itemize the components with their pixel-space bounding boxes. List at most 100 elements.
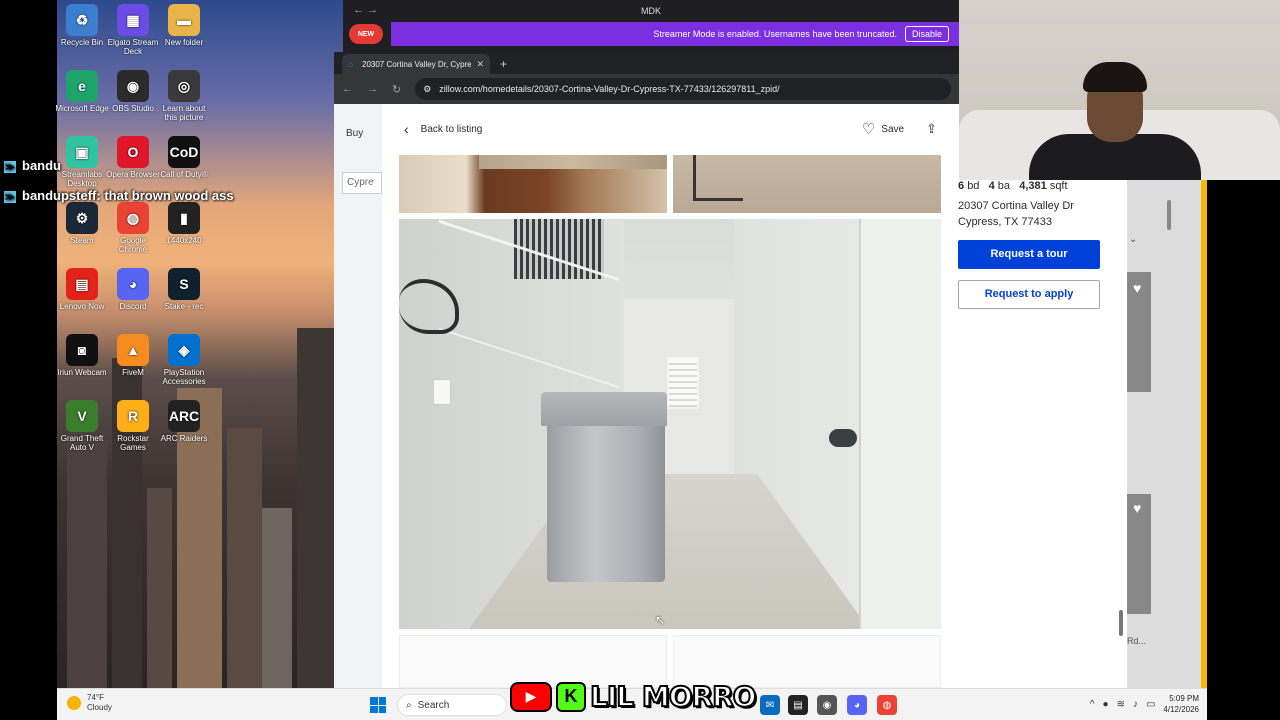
location-search-input[interactable]: Cypre (342, 172, 382, 194)
desktop-icon[interactable]: ▤ Lenovo Now (55, 268, 109, 311)
request-tour-button[interactable]: Request a tour (958, 240, 1100, 269)
shuttered-window (667, 357, 699, 409)
weather-widget[interactable]: 74°F Cloudy (67, 693, 112, 713)
desktop-icon-label: PlayStation Accessories (162, 368, 206, 386)
photo-gallery: ‹ Back to listing ♡ Save ⇪ (382, 104, 959, 688)
listing-stats: 6 bd 4 ba 4,381 sqft (958, 180, 1119, 192)
back-arrow-icon[interactable]: ← (342, 83, 353, 95)
washer-lid (541, 392, 667, 426)
desktop-icon-label: Call of Duty® (160, 170, 208, 179)
desktop-icon[interactable]: ⚙ Steam (55, 202, 109, 245)
desktop-app-icon: ▬ (168, 4, 200, 36)
obs-taskbar-icon[interactable]: ◉ (817, 695, 837, 715)
app-icon[interactable]: ▤ (788, 695, 808, 715)
forward-arrow-icon[interactable]: → (367, 83, 378, 95)
desktop-icon[interactable]: ◎ Learn about this picture (157, 70, 211, 122)
desktop-icon[interactable]: ARC ARC Raiders (157, 400, 211, 443)
desktop-icon[interactable]: e Microsoft Edge (55, 70, 109, 113)
desktop-icon[interactable]: ▦ Elgato Stream Deck (106, 4, 160, 56)
chrome-taskbar-icon[interactable]: ◍ (877, 695, 897, 715)
desktop-icon[interactable]: ▮ 1440x240 (157, 202, 211, 245)
back-to-listing-link[interactable]: ‹ Back to listing (404, 121, 482, 137)
chevron-up-icon[interactable]: ^ (1090, 699, 1095, 710)
battery-icon[interactable]: ▭ (1146, 699, 1155, 710)
sqft-count: 4,381 (1019, 180, 1047, 192)
page-content: Buy Cypre ‹ Back to listing ♡ Save ⇪ (334, 104, 959, 688)
page-background-left: Buy Cypre (334, 104, 382, 688)
listing-summary-panel: 6 bd 4 ba 4,381 sqft 20307 Cortina Valle… (950, 180, 1127, 688)
streamer-name: LIL MORRO (589, 679, 757, 714)
windows-start-icon[interactable] (370, 697, 386, 713)
desktop-icon[interactable]: ◙ Iriun Webcam (55, 334, 109, 377)
url-text: zillow.com/homedetails/20307-Cortina-Val… (439, 84, 780, 94)
wallpaper-building (67, 428, 107, 688)
tab-zillow-listing[interactable]: ⌂ 20307 Cortina Valley Dr, Cypress ✕ (342, 54, 490, 74)
chat-message: ≫ bandupsteff: that brown wood ass (4, 188, 234, 203)
chevron-down-icon[interactable]: ⌄ (1129, 234, 1137, 245)
desktop-icon[interactable]: ◍ Google Chrome (106, 202, 160, 254)
outlook-icon[interactable]: ✉ (760, 695, 780, 715)
scrollbar[interactable] (1167, 200, 1171, 230)
microphone-icon[interactable]: ● (1103, 699, 1109, 710)
disable-button[interactable]: Disable (904, 26, 949, 42)
save-button[interactable]: ♡ Save ⇪ (862, 120, 937, 138)
new-tab-icon[interactable]: + (500, 57, 507, 71)
desktop-icon-label: Google Chrome (118, 236, 148, 254)
save-label: Save (881, 123, 905, 135)
nav-arrows-icon[interactable]: ← → (353, 4, 378, 16)
desktop-icon[interactable]: ▣ Streamlabs Desktop (55, 136, 109, 188)
webcam-person-hair (1083, 62, 1147, 92)
browser-toolbar: ← → ↻ ⚙ zillow.com/homedetails/20307-Cor… (334, 74, 959, 104)
desktop-icon[interactable]: S Stake - rec (157, 268, 211, 311)
weather-condition: Cloudy (87, 703, 112, 712)
address-line2: Cypress, TX 77433 (958, 216, 1052, 228)
countertop (479, 155, 667, 169)
desktop-icon[interactable]: ▲ FiveM (106, 334, 160, 377)
desktop-app-icon: ◎ (168, 70, 200, 102)
desktop-app-icon: ▲ (117, 334, 149, 366)
desktop-icon[interactable]: O Opera Browser (106, 136, 160, 179)
desktop-app-icon: ◉ (117, 70, 149, 102)
desktop-app-icon: ♻ (66, 4, 98, 36)
desktop-icon[interactable]: CoD Call of Duty® (157, 136, 211, 179)
desktop-icon[interactable]: ◕ Discord (106, 268, 160, 311)
desktop-icon[interactable]: V Grand Theft Auto V (55, 400, 109, 452)
desktop-app-icon: R (117, 400, 149, 432)
favorite-heart-icon[interactable]: ♥ (1133, 500, 1141, 516)
site-info-icon[interactable]: ⚙ (423, 84, 431, 95)
desktop-app-icon: ARC (168, 400, 200, 432)
listing-address: 20307 Cortina Valley Dr Cypress, TX 7743… (958, 198, 1119, 230)
desktop-app-icon: O (117, 136, 149, 168)
close-tab-icon[interactable]: ✕ (476, 59, 484, 70)
wifi-icon[interactable]: ≋ (1117, 699, 1125, 710)
photo-laundry-room[interactable] (399, 219, 941, 629)
share-icon[interactable]: ⇪ (926, 121, 937, 137)
beds-unit: bd (967, 180, 980, 192)
volume-icon[interactable]: ♪ (1133, 699, 1138, 710)
system-clock[interactable]: 5:09 PM 4/12/2026 (1163, 693, 1199, 715)
favorite-heart-icon[interactable]: ♥ (1133, 280, 1141, 296)
desktop-icon[interactable]: ♻ Recycle Bin (55, 4, 109, 47)
photo-bedroom-carpet[interactable] (673, 155, 941, 213)
request-apply-button[interactable]: Request to apply (958, 280, 1100, 309)
chat-message: ≫ bandu (4, 158, 61, 173)
weather-cloudy-icon (67, 696, 81, 710)
search-icon: ⌕ (406, 699, 412, 711)
desktop-icon-label: Steam (70, 236, 94, 245)
address-bar[interactable]: ⚙ zillow.com/homedetails/20307-Cortina-V… (415, 78, 951, 100)
desktop-icon[interactable]: ▬ New folder (157, 4, 211, 47)
desktop-app-icon: ◈ (168, 334, 200, 366)
reload-icon[interactable]: ↻ (392, 83, 401, 96)
desktop-icon-label: OBS Studio (112, 104, 154, 113)
scrollbar-thumb[interactable] (1119, 610, 1123, 636)
discord-taskbar-icon[interactable]: ◕ (847, 695, 867, 715)
taskbar-search[interactable]: ⌕ Search (397, 694, 507, 716)
desktop-icon[interactable]: R Rockstar Games (106, 400, 160, 452)
desktop-icon[interactable]: ◈ PlayStation Accessories (157, 334, 211, 386)
wallpaper-building (297, 328, 337, 688)
new-badge: NEW (349, 24, 383, 44)
desktop-icon[interactable]: ◉ OBS Studio (106, 70, 160, 113)
photo-kitchen-cabinet[interactable] (399, 155, 667, 213)
nav-buy-link[interactable]: Buy (346, 128, 363, 139)
desktop-icon-label: Lenovo Now (59, 302, 105, 311)
